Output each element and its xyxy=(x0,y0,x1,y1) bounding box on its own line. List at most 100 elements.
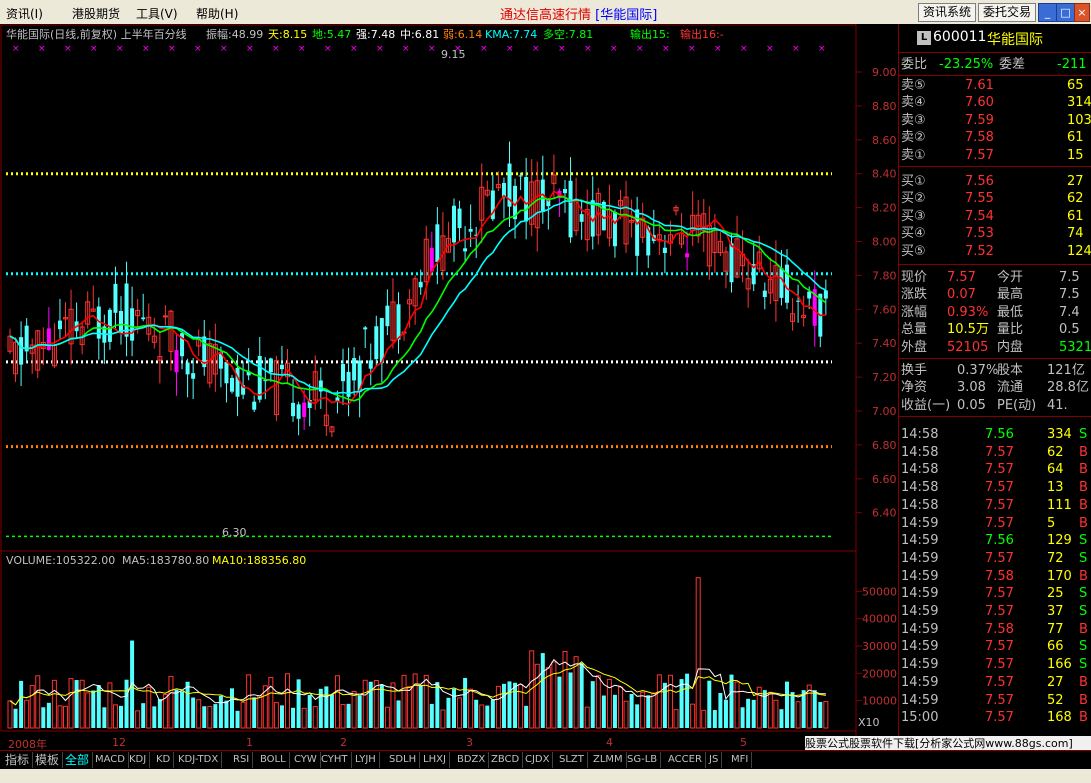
tick-flag: B xyxy=(1079,710,1088,726)
volume-bar xyxy=(291,707,296,728)
sell-volume: 61 xyxy=(1067,130,1084,146)
sell-label: 卖② xyxy=(901,130,926,146)
indicator-tab[interactable]: JS xyxy=(706,752,723,768)
tick-price: 7.57 xyxy=(985,674,1014,690)
sell-price: 7.57 xyxy=(965,147,994,163)
candle-body xyxy=(113,283,118,313)
menu-news[interactable]: 资讯(I) xyxy=(6,5,43,22)
tick-price: 7.57 xyxy=(985,497,1014,513)
indicator-tab[interactable]: CJDX xyxy=(522,752,554,768)
stock-code: 600011 xyxy=(933,29,987,45)
volume-bar xyxy=(180,691,185,728)
indicator-tab[interactable]: CYHT xyxy=(318,752,352,768)
volume-bar xyxy=(785,681,789,728)
fin-value: 0.37% xyxy=(957,363,999,378)
buy-label: 买② xyxy=(901,191,926,207)
candle-body xyxy=(662,247,667,254)
volume-bar xyxy=(646,695,651,728)
price-tick-label: 7.20 xyxy=(872,371,897,384)
stat-label: 最低 xyxy=(997,304,1024,320)
volume-bar xyxy=(224,700,229,728)
indicator-tab[interactable]: BOLL xyxy=(257,752,290,768)
chart-title: 华能国际(日线,前复权) 上半年百分线 xyxy=(6,27,187,41)
tick-volume: 168 xyxy=(1047,710,1072,726)
sell-row: 卖⑤ 7.61 65 xyxy=(899,77,1091,94)
volume-bar xyxy=(191,697,196,728)
trade-button[interactable]: 委托交易 xyxy=(978,3,1036,22)
maximize-icon[interactable]: □ xyxy=(1056,3,1075,22)
indicator-tab[interactable]: SLZT xyxy=(556,752,588,768)
buy-row: 买② 7.55 62 xyxy=(899,190,1091,207)
indicator-tab[interactable]: ZBCD xyxy=(488,752,524,768)
tick-flag: B xyxy=(1079,497,1088,513)
indicator-tab[interactable]: CYW xyxy=(291,752,321,768)
zhong-value: 中:6.81 xyxy=(400,28,439,41)
indicator-tab[interactable]: KDJ xyxy=(126,752,151,768)
volume-bar xyxy=(685,673,690,728)
indicator-tab[interactable]: MACD xyxy=(92,752,129,768)
tick-flag: B xyxy=(1079,674,1088,690)
candle-body xyxy=(452,205,456,243)
volume-bar xyxy=(418,685,423,728)
signal-marker: × xyxy=(662,44,670,54)
stat-label: 现价 xyxy=(901,270,928,285)
stat-row: 现价 7.57 今开 7.5 xyxy=(899,269,1091,286)
indicator-tab[interactable]: MFI xyxy=(728,752,753,768)
volume-bar xyxy=(601,695,606,728)
sell-volume: 314 xyxy=(1067,95,1091,111)
tick-price: 7.57 xyxy=(985,604,1014,619)
quote-header: L 600011 华能国际 xyxy=(899,24,1091,53)
fin-value: 3.08 xyxy=(957,380,986,396)
kline-chart[interactable]: 华能国际(日线,前复权) 上半年百分线 振幅:48.99 天:8.15 地:5.… xyxy=(0,24,898,736)
volume-bar xyxy=(152,706,157,728)
volume-tick-label: 20000 xyxy=(862,667,897,680)
volume-bar xyxy=(452,688,456,728)
tick-volume: 64 xyxy=(1047,462,1064,478)
price-tick-label: 7.40 xyxy=(872,337,897,350)
quote-divider xyxy=(899,166,1091,167)
indicator-tab[interactable]: ZLMM xyxy=(590,752,627,768)
indicator-tab[interactable]: LYJH xyxy=(352,752,380,768)
weicha-label: 委差 xyxy=(999,57,1026,72)
tick-row: 14:58 7.57 64 B xyxy=(899,461,1091,478)
buy-price: 7.56 xyxy=(965,174,994,189)
indicator-tab[interactable]: SG-LB xyxy=(624,752,662,768)
indicator-tab[interactable]: KD xyxy=(153,752,175,768)
candle-body xyxy=(807,291,812,299)
fin-label: 换手 xyxy=(901,363,928,378)
volume-bar xyxy=(779,709,784,728)
menu-help[interactable]: 帮助(H) xyxy=(196,5,238,22)
volume-bar xyxy=(185,681,190,728)
tick-time: 14:59 xyxy=(901,621,939,637)
indicator-tab[interactable]: RSI xyxy=(230,752,254,768)
indicator-tab[interactable]: LHXJ xyxy=(420,752,450,768)
indicator-tab[interactable]: BDZX xyxy=(454,752,490,768)
weibi-row: 委比 -23.25% 委差 -211 xyxy=(899,56,1091,73)
volume-bar xyxy=(202,706,207,728)
menu-hk-futures[interactable]: 港股期货 xyxy=(72,5,120,22)
signal-marker: × xyxy=(480,44,488,54)
indicator-tab[interactable]: KDJ-TDX xyxy=(175,752,223,768)
indicator-tab[interactable]: ACCER xyxy=(665,752,706,768)
buy-row: 买④ 7.53 74 xyxy=(899,225,1091,242)
buy-volume: 62 xyxy=(1067,191,1084,207)
indicator-tab[interactable]: SDLH xyxy=(386,752,421,768)
candle-body xyxy=(235,367,240,397)
indicator-tab[interactable]: 全部 xyxy=(62,752,94,768)
candle-body xyxy=(374,326,379,360)
indicator-tab[interactable]: 指标 xyxy=(2,752,34,768)
close-icon[interactable]: × xyxy=(1074,3,1090,22)
fin-row: 换手 0.37% 股本 121亿 xyxy=(899,362,1091,379)
news-system-button[interactable]: 资讯系统 xyxy=(918,3,976,22)
volume-bar xyxy=(740,707,745,728)
minimize-icon[interactable]: _ xyxy=(1038,3,1057,22)
candle-body xyxy=(302,402,307,418)
date-label: 4 xyxy=(606,736,613,749)
volume-bar xyxy=(818,701,823,728)
amp-value: 振幅:48.99 xyxy=(206,27,263,41)
indicator-tab[interactable]: 模板 xyxy=(32,752,64,768)
volume-bar xyxy=(91,690,96,728)
stat-label: 量比 xyxy=(997,322,1024,338)
menu-tools[interactable]: 工具(V) xyxy=(136,5,178,22)
tick-time: 14:58 xyxy=(901,462,939,478)
